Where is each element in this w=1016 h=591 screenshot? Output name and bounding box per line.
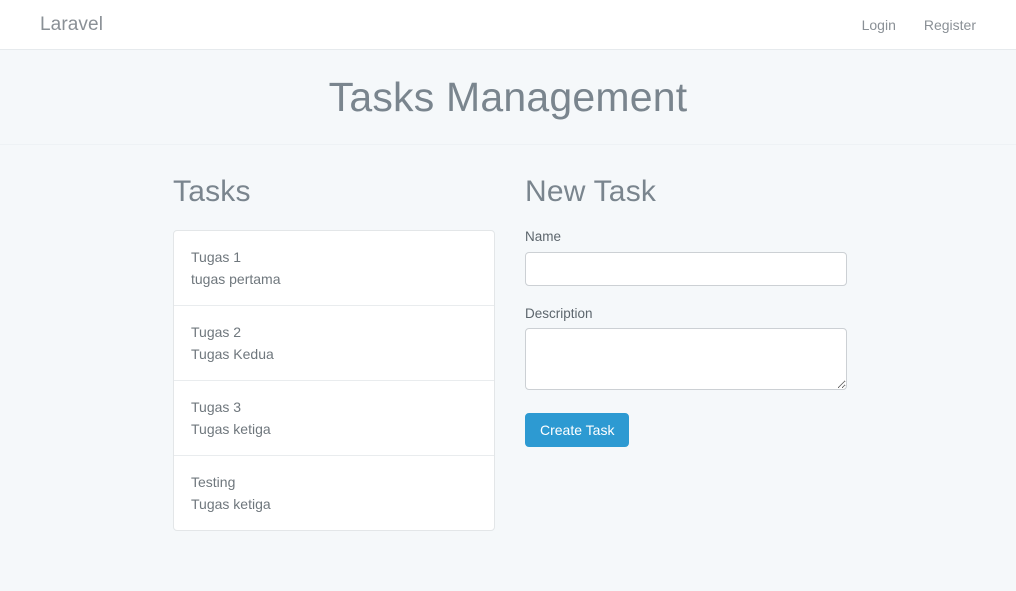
page-title: Tasks Management [328, 73, 688, 120]
task-name: Testing [191, 474, 236, 490]
tasks-column: Tasks Tugas 1 tugas pertama Tugas 2 Tuga… [173, 177, 495, 531]
tasks-list-card: Tugas 1 tugas pertama Tugas 2 Tugas Kedu… [173, 230, 495, 531]
nav-link-login[interactable]: Login [862, 18, 896, 32]
task-description: Tugas ketiga [191, 421, 271, 437]
main-content: Tasks Tugas 1 tugas pertama Tugas 2 Tuga… [0, 145, 1016, 531]
name-field-group: Name [525, 230, 847, 286]
description-label: Description [525, 305, 593, 321]
task-list-item[interactable]: Tugas 3 Tugas ketiga [174, 381, 494, 456]
create-task-button[interactable]: Create Task [525, 413, 630, 447]
task-description: Tugas ketiga [191, 496, 271, 512]
task-description: tugas pertama [191, 271, 281, 287]
navbar-container: Laravel Login Register [15, 15, 1001, 34]
tasks-heading: Tasks [173, 175, 251, 208]
task-list-item[interactable]: Tugas 2 Tugas Kedua [174, 306, 494, 381]
task-name: Tugas 1 [191, 249, 242, 265]
new-task-heading: New Task [525, 175, 657, 208]
new-task-form: Name Description Create Task [525, 230, 847, 447]
task-description: Tugas Kedua [191, 346, 274, 362]
name-label: Name [525, 229, 562, 244]
task-list-item[interactable]: Testing Tugas ketiga [174, 456, 494, 530]
description-field-group: Description [525, 305, 847, 390]
navbar-right-links: Login Register [862, 18, 976, 32]
top-navbar: Laravel Login Register [0, 0, 1016, 50]
content-row: Tasks Tugas 1 tugas pertama Tugas 2 Tuga… [0, 177, 1016, 531]
task-name: Tugas 3 [191, 399, 242, 415]
task-list-item[interactable]: Tugas 1 tugas pertama [174, 231, 494, 306]
task-name-input[interactable] [525, 251, 847, 286]
page-header-band: Tasks Management [0, 50, 1016, 145]
field-spacer [525, 286, 847, 307]
new-task-column: New Task Name Description Create Task [525, 177, 847, 531]
nav-link-register[interactable]: Register [924, 18, 976, 32]
task-name: Tugas 2 [191, 324, 242, 340]
task-description-textarea[interactable] [525, 328, 847, 390]
brand-logo-link[interactable]: Laravel [40, 15, 103, 34]
